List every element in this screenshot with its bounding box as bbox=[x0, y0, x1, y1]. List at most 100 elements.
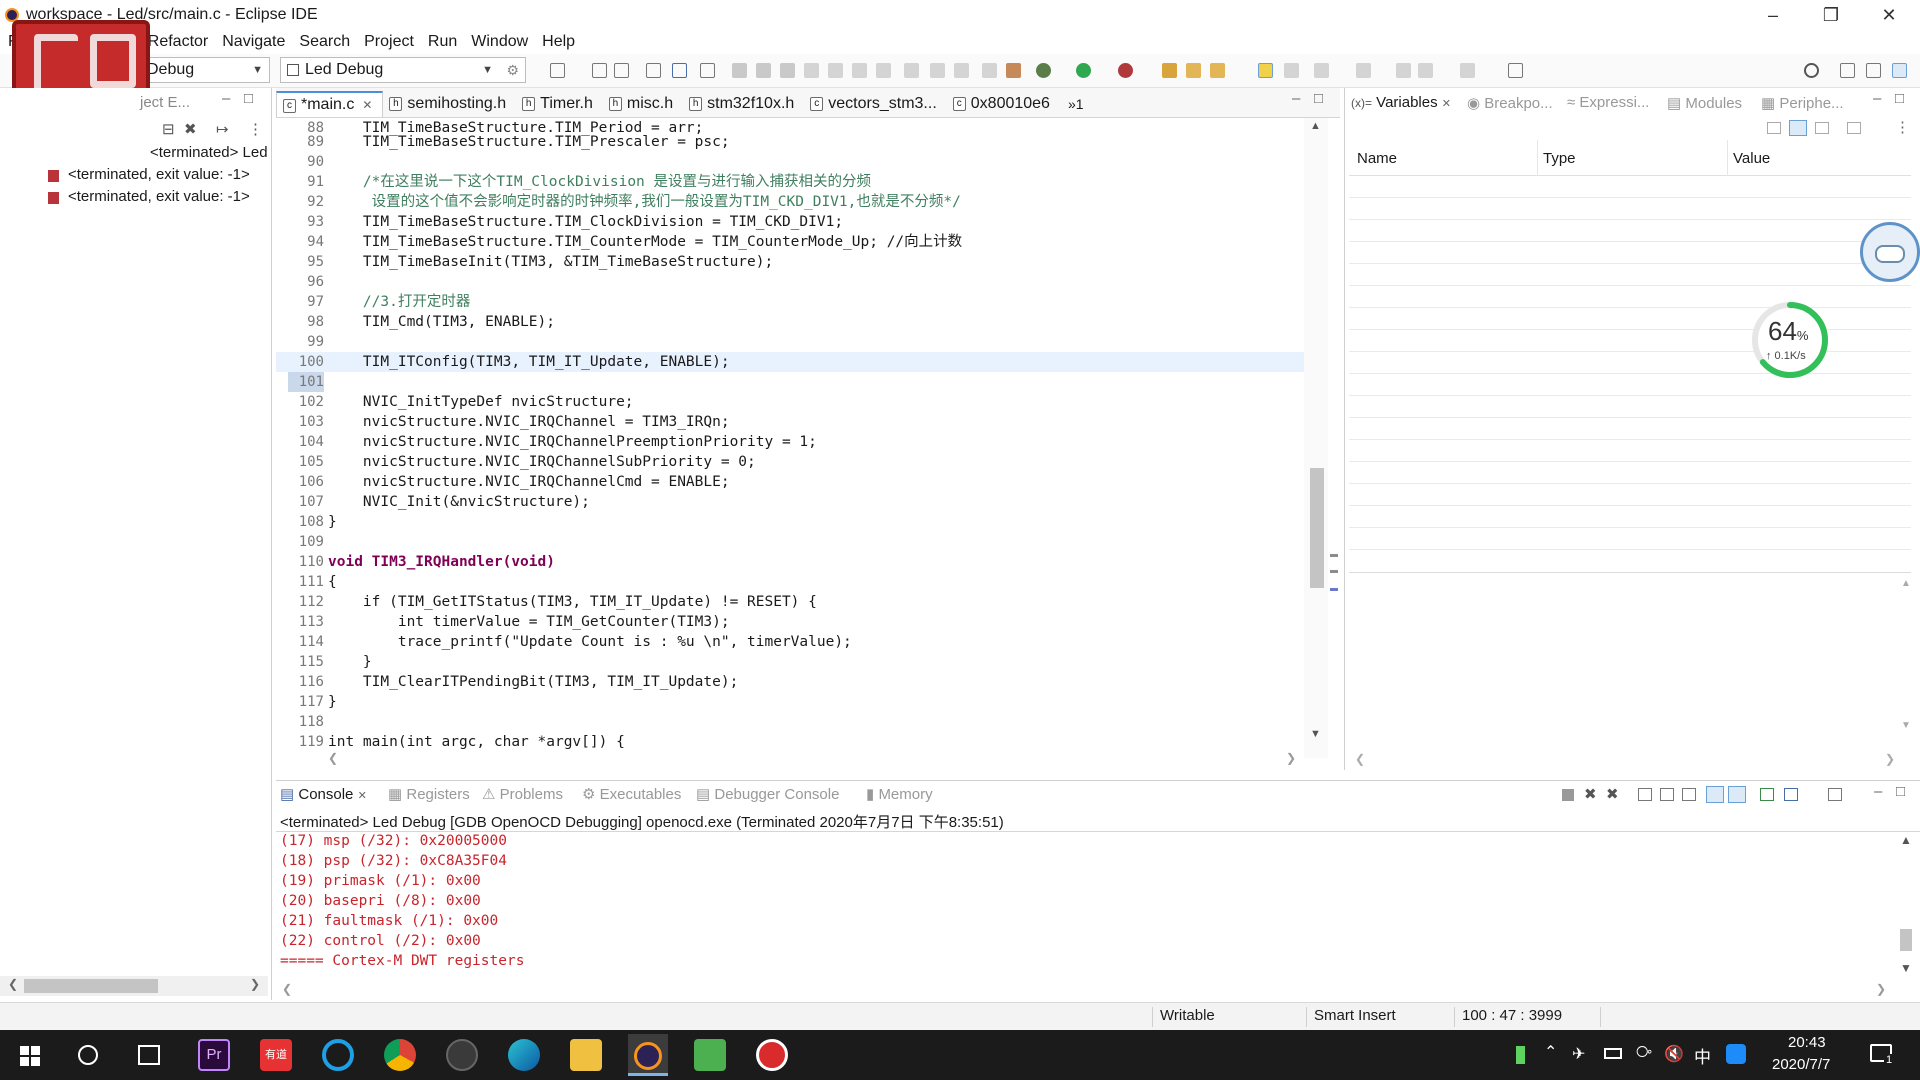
tab-semihosting-h[interactable]: h semihosting.h bbox=[383, 91, 516, 117]
console-horizontal-scrollbar[interactable]: ❮ ❯ bbox=[276, 981, 1896, 1001]
scroll-right-icon[interactable]: ❯ bbox=[250, 977, 260, 991]
code-line[interactable]: 111{ bbox=[276, 572, 1306, 592]
resume-icon[interactable] bbox=[732, 63, 747, 78]
minimize-view-icon[interactable]: – bbox=[1873, 90, 1881, 107]
power-tray-icon[interactable] bbox=[1604, 1048, 1622, 1059]
code-editor[interactable]: 88 TIM_TimeBaseStructure.TIM_Period = ar… bbox=[276, 118, 1340, 770]
link-icon[interactable]: ↦ bbox=[216, 120, 229, 138]
scroll-right-icon[interactable]: ❯ bbox=[1286, 751, 1296, 765]
cortana-search-icon[interactable] bbox=[78, 1045, 98, 1065]
code-line[interactable]: 112 if (TIM_GetITStatus(TIM3, TIM_IT_Upd… bbox=[276, 592, 1306, 612]
minimize-view-icon[interactable]: – bbox=[222, 90, 230, 107]
gear-icon[interactable]: ⚙ bbox=[506, 62, 519, 79]
volume-muted-tray-icon[interactable]: 🔇 bbox=[1664, 1044, 1684, 1064]
network-speed-widget[interactable]: 64% ↑ 0.1K/s bbox=[1750, 300, 1830, 380]
tab-peripherals[interactable]: ▦ Periphe... bbox=[1761, 94, 1844, 112]
code-line[interactable]: 119 int main(int argc, char *argv[]) { bbox=[276, 732, 1306, 752]
pin-editor-icon[interactable] bbox=[1508, 63, 1523, 78]
annotation-icon[interactable] bbox=[1284, 63, 1299, 78]
edge-icon[interactable] bbox=[508, 1039, 540, 1071]
print-icon[interactable] bbox=[646, 63, 661, 78]
code-line[interactable]: 99 bbox=[276, 332, 1306, 352]
column-header-type[interactable]: Type bbox=[1543, 150, 1576, 167]
step-into-icon[interactable] bbox=[828, 63, 843, 78]
code-line[interactable]: 108} bbox=[276, 512, 1306, 532]
code-line[interactable]: 116 TIM_ClearITPendingBit(TIM3, TIM_IT_U… bbox=[276, 672, 1306, 692]
tree-item-launch[interactable]: <terminated> Led Debug [GDE bbox=[150, 144, 268, 161]
menu-refactor[interactable]: Refactor bbox=[148, 33, 208, 51]
next-annotation-icon[interactable] bbox=[1314, 63, 1329, 78]
code-line[interactable]: 95 TIM_TimeBaseInit(TIM3, &TIM_TimeBaseS… bbox=[276, 252, 1306, 272]
remove-all-icon[interactable]: ✖ bbox=[1606, 785, 1619, 803]
tab-variables[interactable]: (x)= Variables ✕ bbox=[1351, 94, 1451, 111]
internet-explorer-icon[interactable] bbox=[322, 1039, 354, 1071]
scroll-down-icon[interactable]: ▼ bbox=[1900, 961, 1912, 975]
code-line[interactable]: 109 bbox=[276, 532, 1306, 552]
code-line[interactable]: 106 nvicStructure.NVIC_IRQChannelCmd = E… bbox=[276, 472, 1306, 492]
tab-disassembly[interactable]: c 0x80010e6 bbox=[947, 91, 1060, 117]
minimize-view-icon[interactable]: – bbox=[1874, 783, 1882, 800]
clear-console-icon[interactable] bbox=[1638, 788, 1652, 801]
open-console-icon[interactable] bbox=[1828, 788, 1842, 801]
clock-date[interactable]: 2020/7/7 bbox=[1772, 1056, 1830, 1073]
horizontal-scrollbar[interactable]: ❮ ❯ bbox=[0, 976, 268, 996]
close-button[interactable]: ✕ bbox=[1860, 0, 1918, 30]
scroll-left-icon[interactable]: ❮ bbox=[328, 751, 338, 765]
ime-indicator[interactable]: 中 bbox=[1694, 1043, 1711, 1068]
code-line[interactable]: 105 nvicStructure.NVIC_IRQChannelSubPrio… bbox=[276, 452, 1306, 472]
external-tools-icon[interactable] bbox=[1118, 63, 1133, 78]
show-logical-structure-icon[interactable] bbox=[1789, 120, 1807, 136]
windows-start-icon[interactable] bbox=[20, 1046, 40, 1066]
editor-horizontal-scrollbar[interactable]: ❮ ❯ bbox=[276, 750, 1304, 770]
close-icon[interactable]: ✕ bbox=[358, 790, 367, 802]
code-line[interactable]: 96 bbox=[276, 272, 1306, 292]
maximize-view-icon[interactable]: □ bbox=[1896, 783, 1905, 800]
skip-breakpoints-icon[interactable] bbox=[700, 63, 715, 78]
code-line[interactable]: 89 TIM_TimeBaseStructure.TIM_Prescaler =… bbox=[276, 132, 1306, 152]
save-icon[interactable] bbox=[592, 63, 607, 78]
tab-registers[interactable]: ▦ Registers bbox=[388, 785, 470, 803]
scroll-right-icon[interactable]: ❯ bbox=[1876, 982, 1886, 996]
tab-memory[interactable]: ▮ Memory bbox=[866, 785, 933, 803]
column-header-value[interactable]: Value bbox=[1733, 150, 1770, 167]
menu-project[interactable]: Project bbox=[364, 33, 414, 51]
scroll-left-icon[interactable]: ❮ bbox=[282, 982, 292, 996]
menu-navigate[interactable]: Navigate bbox=[222, 33, 285, 51]
tab-timer-h[interactable]: h Timer.h bbox=[516, 91, 603, 117]
premiere-pro-icon[interactable]: Pr bbox=[198, 1039, 230, 1071]
tab-breakpoints[interactable]: ◉ Breakpo... bbox=[1467, 94, 1553, 112]
menu-help[interactable]: Help bbox=[542, 33, 575, 51]
step-return-icon[interactable] bbox=[876, 63, 891, 78]
open-perspective-icon[interactable] bbox=[1840, 63, 1855, 78]
code-line[interactable]: 113 int timerValue = TIM_GetCounter(TIM3… bbox=[276, 612, 1306, 632]
build-icon[interactable] bbox=[672, 63, 687, 78]
maximize-view-icon[interactable]: □ bbox=[244, 90, 253, 107]
run-icon[interactable] bbox=[1076, 63, 1091, 78]
code-line[interactable]: 115 } bbox=[276, 652, 1306, 672]
editor-vertical-scrollbar[interactable]: ▲ ▼ bbox=[1304, 118, 1328, 758]
tree-item-process[interactable]: <terminated, exit value: -1> bbox=[68, 188, 268, 205]
scroll-up-icon[interactable]: ▲ bbox=[1310, 120, 1321, 132]
instruction-step-icon[interactable] bbox=[904, 63, 919, 78]
tab-overflow[interactable]: »1 bbox=[1060, 91, 1094, 117]
scroll-right-icon[interactable]: ❯ bbox=[1885, 752, 1895, 766]
project-explorer-tab[interactable]: ject E... bbox=[140, 94, 190, 111]
peripheral-icon[interactable] bbox=[1006, 63, 1021, 78]
scroll-up-icon[interactable]: ▲ bbox=[1900, 833, 1912, 847]
airplane-tray-icon[interactable]: ✈ bbox=[1572, 1044, 1585, 1064]
column-header-name[interactable]: Name bbox=[1357, 150, 1397, 167]
code-line[interactable]: 97 //3.打开定时器 bbox=[276, 292, 1306, 312]
assistant-robot-icon[interactable] bbox=[1860, 222, 1920, 282]
close-icon[interactable]: ✕ bbox=[1442, 98, 1451, 110]
scroll-thumb[interactable] bbox=[24, 979, 158, 993]
maximize-button[interactable]: ❐ bbox=[1802, 0, 1860, 30]
code-line-current[interactable]: 100 TIM_ITConfig(TIM3, TIM_IT_Update, EN… bbox=[276, 352, 1306, 372]
show-on-error-icon[interactable] bbox=[1728, 786, 1746, 803]
code-line[interactable]: 98 TIM_Cmd(TIM3, ENABLE); bbox=[276, 312, 1306, 332]
highlight-icon[interactable] bbox=[1258, 63, 1273, 78]
search-icon[interactable] bbox=[1804, 63, 1819, 78]
code-line[interactable]: 118 bbox=[276, 712, 1306, 732]
tray-overflow-icon[interactable]: ⌃ bbox=[1544, 1042, 1557, 1062]
show-type-names-icon[interactable] bbox=[1767, 122, 1781, 134]
console-vertical-scrollbar[interactable]: ▲ ▼ bbox=[1896, 833, 1916, 981]
